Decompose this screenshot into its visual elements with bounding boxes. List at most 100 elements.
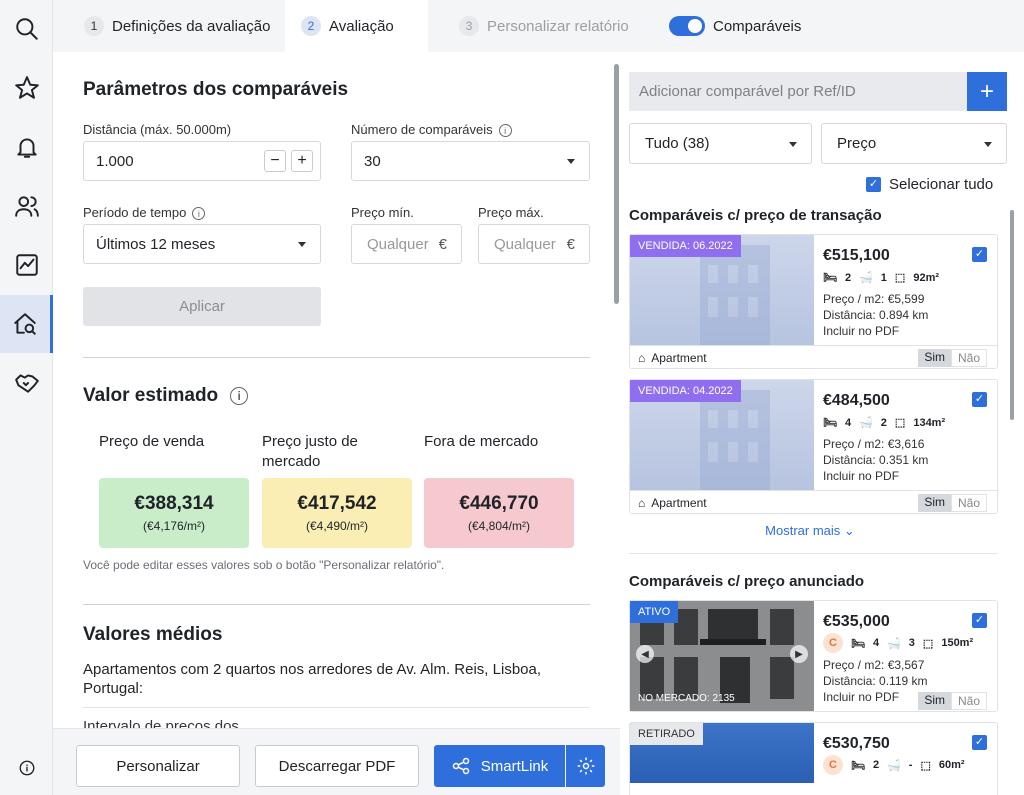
property-image[interactable]: VENDIDA: 06.2022	[630, 235, 814, 345]
comparables-toggle[interactable]: Comparáveis	[653, 0, 817, 52]
period-select[interactable]: Últimos 12 meses	[83, 224, 321, 264]
bath-icon: 🛁	[859, 272, 873, 284]
chevron-down-icon	[984, 142, 992, 147]
nav-info[interactable]	[0, 742, 53, 794]
tab-label: Personalizar relatório	[487, 17, 629, 35]
yes-option[interactable]: Sim	[918, 349, 951, 367]
property-image[interactable]: VENDIDA: 04.2022	[630, 380, 814, 490]
apply-button[interactable]: Aplicar	[83, 287, 321, 326]
off-market-value: €446,770	[459, 493, 539, 514]
add-comparable-button[interactable]: +	[967, 72, 1007, 111]
smartlink-settings-button[interactable]	[566, 745, 605, 787]
bath-count: 1	[880, 271, 887, 284]
property-image[interactable]: ATIVO ◀ ▶ NO MERCADO: 2135	[630, 601, 814, 711]
left-rail	[0, 0, 53, 795]
star-icon	[14, 76, 39, 99]
chevron-left-icon[interactable]: ◀	[636, 645, 654, 663]
checkbox-checked-icon[interactable]: ✓	[972, 735, 987, 750]
no-option[interactable]: Não	[950, 692, 987, 710]
bed-icon: 🛏	[823, 417, 837, 429]
chart-icon	[15, 254, 38, 276]
nav-favorites[interactable]	[0, 59, 53, 117]
comparables-scrollbar[interactable]	[1010, 210, 1014, 420]
property-features: C 🛏 2 🛁 - ⬚ 60m²	[823, 755, 965, 775]
area-value: 92m²	[913, 271, 940, 284]
include-pdf-toggle[interactable]: Sim Não	[918, 349, 987, 367]
users-icon	[14, 196, 39, 217]
distance-value: 1.000	[96, 152, 134, 170]
info-icon[interactable]: i	[498, 124, 512, 138]
main-panel: Parâmetros dos comparáveis Distância (má…	[53, 52, 620, 795]
comparable-card[interactable]: ATIVO ◀ ▶ NO MERCADO: 2135 €535,000 C 🛏 4…	[629, 600, 998, 712]
increment-button[interactable]: +	[291, 150, 313, 172]
select-all-checkbox[interactable]: ✓ Selecionar tudo	[866, 176, 993, 193]
distance-label: Distância (máx. 50.000m)	[83, 122, 232, 137]
add-comparable-input[interactable]: Adicionar comparável por Ref/ID	[629, 72, 967, 111]
divider	[83, 604, 590, 605]
comparable-card[interactable]: VENDIDA: 04.2022 €484,500 🛏 4 🛁 2 ⬚ 134m² P…	[629, 379, 998, 514]
info-icon[interactable]: i	[230, 386, 249, 405]
active-badge: ATIVO	[630, 601, 679, 623]
tab-settings[interactable]: 1 Definições da avaliação	[68, 0, 286, 52]
checkbox-checked-icon[interactable]: ✓	[972, 392, 987, 407]
step-number: 1	[84, 16, 104, 36]
price-min-placeholder: Qualquer	[367, 235, 429, 253]
checkbox-checked-icon[interactable]: ✓	[866, 177, 881, 192]
sale-price-label: Preço de venda	[99, 433, 205, 450]
distance-stepper[interactable]: 1.000 − +	[83, 141, 321, 181]
filter-select[interactable]: Tudo (38)	[629, 123, 812, 164]
chevron-right-icon[interactable]: ▶	[790, 645, 808, 663]
tab-customize-report[interactable]: 3 Personalizar relatório	[443, 0, 645, 52]
customize-button[interactable]: Personalizar	[76, 745, 240, 787]
nav-notifications[interactable]	[0, 118, 53, 176]
checkbox-checked-icon[interactable]: ✓	[972, 613, 987, 628]
comparable-card[interactable]: VENDIDA: 06.2022 €515,100 🛏 2 🛁 1 ⬚ 92m² Pr…	[629, 234, 998, 369]
nav-deals[interactable]	[0, 354, 53, 412]
distance: Distância: 0.894 km	[823, 308, 929, 322]
bath-icon: 🛁	[887, 759, 901, 772]
download-pdf-button[interactable]: Descarregar PDF	[255, 745, 419, 787]
sale-price-card: €388,314 (€4,176/m²)	[99, 478, 249, 548]
price-max-input[interactable]: Qualquer €	[478, 224, 590, 264]
count-select[interactable]: 30	[351, 141, 590, 181]
nav-users[interactable]	[0, 177, 53, 235]
info-icon[interactable]: i	[192, 207, 206, 221]
nav-valuation[interactable]	[0, 295, 53, 353]
decrement-button[interactable]: −	[264, 150, 286, 172]
price-min-input[interactable]: Qualquer €	[351, 224, 462, 264]
checkbox-checked-icon[interactable]: ✓	[972, 247, 987, 262]
comparable-card[interactable]: RETIRADO €530,750 C 🛏 2 🛁 - ⬚ 60m² ✓	[629, 722, 998, 795]
no-option[interactable]: Não	[950, 494, 987, 512]
card-footer: ⌂ Apartment Sim Não	[630, 490, 997, 514]
property-image[interactable]: RETIRADO	[630, 723, 814, 783]
currency-symbol: €	[438, 235, 447, 253]
area-value: 60m²	[938, 759, 965, 771]
tab-valuation[interactable]: 2 Avaliação	[285, 0, 428, 52]
yes-option[interactable]: Sim	[918, 494, 951, 512]
area-icon: ⬚	[920, 759, 931, 772]
no-option[interactable]: Não	[950, 349, 987, 367]
energy-rating: C	[823, 755, 843, 775]
property-features: 🛏 4 🛁 2 ⬚ 134m²	[823, 416, 945, 430]
nav-search[interactable]	[0, 0, 53, 58]
bath-icon: 🛁	[887, 637, 901, 650]
home-icon: ⌂	[638, 495, 646, 510]
withdrawn-badge: RETIRADO	[630, 723, 703, 745]
price-per-m2: Preço / m2: €5,599	[823, 292, 925, 306]
toggle-switch[interactable]	[669, 16, 705, 36]
nav-analytics[interactable]	[0, 236, 53, 294]
handshake-icon	[14, 374, 39, 393]
bed-count: 2	[844, 271, 852, 284]
sort-select[interactable]: Preço	[821, 123, 1007, 164]
home-search-icon	[14, 313, 36, 335]
fair-price-per-m2: (€4,490/m²)	[305, 519, 369, 533]
yes-option[interactable]: Sim	[918, 692, 951, 710]
include-pdf-toggle[interactable]: Sim Não	[918, 692, 987, 710]
main-scrollbar[interactable]	[614, 64, 619, 304]
area-value: 150m²	[941, 637, 974, 649]
include-pdf-toggle[interactable]: Sim Não	[918, 494, 987, 512]
show-more-link[interactable]: Mostrar mais ⌄	[620, 523, 1000, 539]
include-pdf-label: Incluir no PDF	[823, 690, 900, 704]
smartlink-button[interactable]: SmartLink	[434, 745, 565, 787]
include-pdf-label: Incluir no PDF	[823, 324, 900, 338]
